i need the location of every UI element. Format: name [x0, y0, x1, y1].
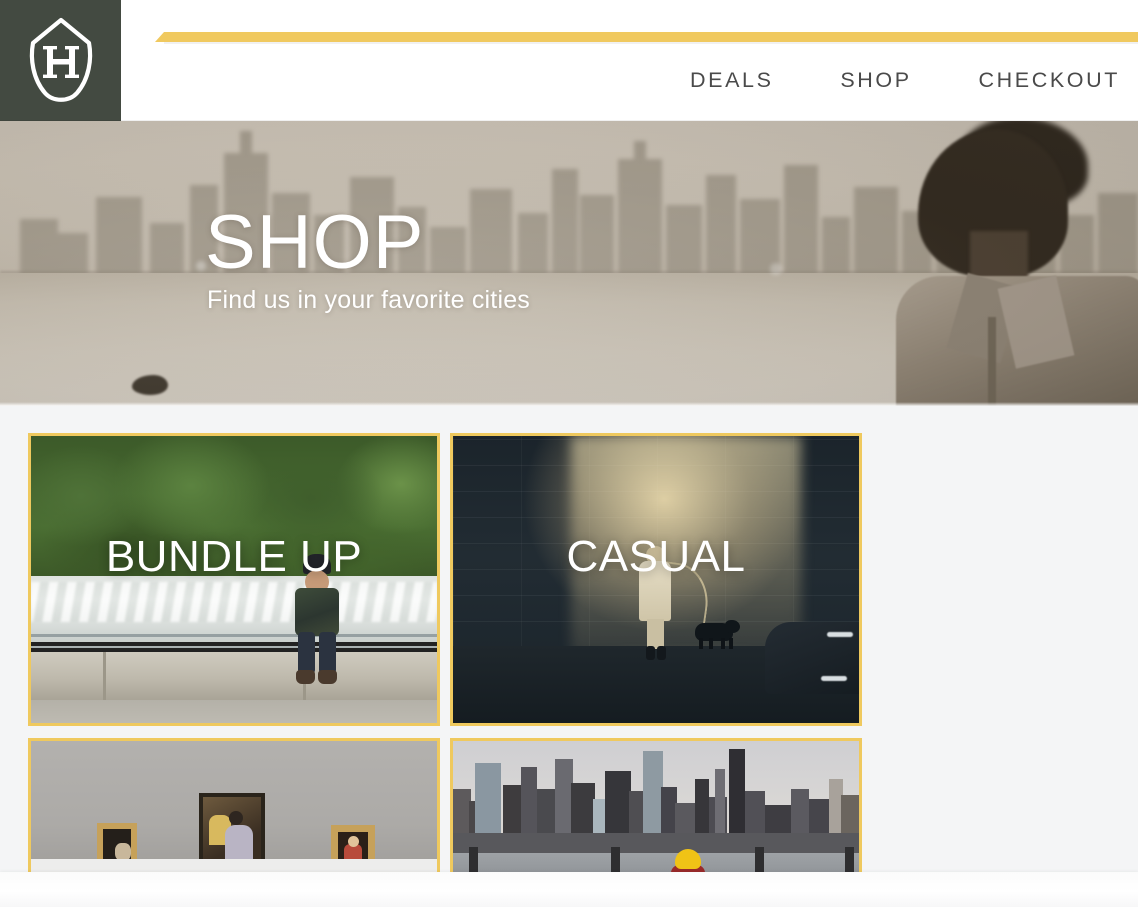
hero-text-block: SHOP Find us in your favorite cities	[205, 200, 530, 315]
hero-vignette	[0, 121, 1138, 406]
card-skyline[interactable]	[450, 738, 862, 878]
site-header: DEALS SHOP CHECKOUT	[0, 0, 1138, 121]
shield-h-logo-icon	[29, 17, 92, 102]
nav-shop[interactable]: SHOP	[840, 70, 911, 92]
card-skyline-figure-hat	[675, 849, 701, 869]
card-row-1: BUNDLE UP CASUAL	[28, 433, 866, 726]
card-skyline-photo	[453, 741, 859, 875]
main-nav: DEALS SHOP CHECKOUT	[690, 61, 1120, 101]
page-bottom-fold	[0, 872, 1138, 907]
hero-title: SHOP	[205, 200, 425, 285]
card-bundle-up[interactable]: BUNDLE UP	[28, 433, 440, 726]
card-bundle-up-label: BUNDLE UP	[105, 532, 363, 581]
category-card-grid: BUNDLE UP CASUAL	[28, 433, 866, 890]
logo-block[interactable]	[0, 0, 121, 121]
card-casual-dog	[691, 618, 740, 649]
hero-subtitle: Find us in your favorite cities	[207, 285, 530, 314]
gold-accent-bar	[155, 32, 1138, 42]
hero-banner: SHOP Find us in your favorite cities LOS…	[0, 121, 1138, 406]
page-root: DEALS SHOP CHECKOUT SHOP Find us in your…	[0, 0, 1138, 907]
nav-deals[interactable]: DEALS	[690, 70, 774, 92]
header-divider	[0, 120, 1138, 121]
card-row-2	[28, 738, 866, 878]
card-casual[interactable]: CASUAL	[450, 433, 862, 726]
nav-checkout[interactable]: CHECKOUT	[979, 70, 1120, 92]
gold-accent-bar-shadow	[164, 42, 1138, 44]
card-gallery-photo	[31, 741, 437, 875]
card-gallery[interactable]	[28, 738, 440, 878]
empty-right-column	[866, 406, 1138, 872]
card-casual-label: CASUAL	[566, 532, 746, 581]
hero-photo	[0, 121, 1138, 406]
